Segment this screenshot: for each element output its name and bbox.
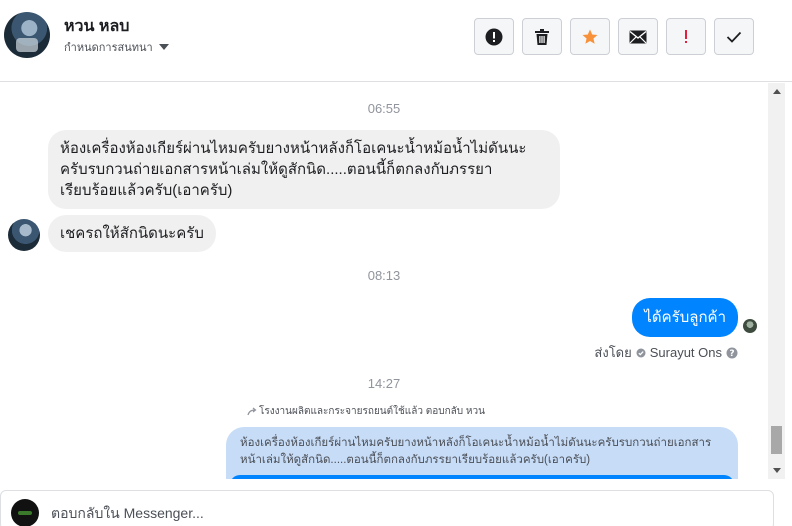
- alert-circle-icon: [485, 28, 503, 45]
- action-toolbar: [474, 18, 754, 55]
- verified-icon: [636, 348, 646, 357]
- caret-down-icon: [158, 44, 169, 50]
- reply-input[interactable]: [51, 505, 751, 521]
- report-button[interactable]: [474, 18, 514, 55]
- scrollbar[interactable]: [768, 83, 785, 479]
- timestamp: 08:13: [367, 268, 401, 283]
- delete-button[interactable]: [522, 18, 562, 55]
- timestamp: 06:55: [367, 101, 401, 116]
- arrow-down-icon: [772, 468, 781, 473]
- mark-done-button[interactable]: [714, 18, 754, 55]
- star-icon: [582, 29, 598, 44]
- exclamation-icon: [685, 29, 687, 43]
- scroll-up-button[interactable]: [768, 83, 785, 100]
- reply-context-label: โรงงานผลิตและกระจายรถยนต์ใช้แล้ว ตอบกลับ…: [259, 406, 485, 417]
- conversation-options-dropdown[interactable]: กำหนดการสนทนา: [64, 38, 169, 56]
- trash-icon: [535, 28, 549, 45]
- sent-by-info: ส่งโดย Surayut Ons ?: [594, 342, 738, 363]
- message-thread[interactable]: 06:55 ห้องเครื่องห้องเกียร์ผ่านไหมครับยา…: [0, 83, 768, 479]
- scrollbar-thumb[interactable]: [771, 426, 782, 454]
- page-avatar: [11, 499, 39, 526]
- reply-context: โรงงานผลิตและกระจายรถยนต์ใช้แล้ว ตอบกลับ…: [247, 404, 485, 419]
- spam-button[interactable]: [666, 18, 706, 55]
- timestamp: 14:27: [367, 376, 401, 391]
- checkmark-icon: [726, 31, 742, 43]
- quoted-message[interactable]: ห้องเครื่องห้องเกียร์ผ่านไหมครับยางหน้าห…: [226, 427, 738, 479]
- contact-avatar[interactable]: [4, 12, 50, 58]
- reply-composer: [0, 490, 774, 526]
- reply-message-bubble[interactable]: [230, 475, 734, 479]
- reply-arrow-icon: [247, 407, 257, 416]
- arrow-up-icon: [772, 89, 781, 94]
- quoted-message-text: ห้องเครื่องห้องเกียร์ผ่านไหมครับยางหน้าห…: [240, 437, 712, 466]
- svg-text:?: ?: [729, 349, 734, 359]
- envelope-icon: [629, 30, 647, 43]
- conversation-options-label: กำหนดการสนทนา: [64, 42, 153, 54]
- mark-unread-button[interactable]: [618, 18, 658, 55]
- conversation-header: หวน หลบ กำหนดการสนทนา: [0, 0, 792, 82]
- sender-name[interactable]: Surayut Ons: [650, 345, 722, 360]
- sent-by-label: ส่งโดย: [594, 345, 632, 360]
- contact-name[interactable]: หวน หลบ: [64, 14, 129, 39]
- seen-avatar: [743, 319, 757, 333]
- outgoing-message[interactable]: ได้ครับลูกค้า: [632, 298, 738, 337]
- incoming-message[interactable]: เชครถให้สักนิดนะครับ: [48, 215, 216, 252]
- scroll-down-button[interactable]: [768, 462, 785, 479]
- star-button[interactable]: [570, 18, 610, 55]
- sender-avatar[interactable]: [8, 219, 40, 251]
- help-icon[interactable]: ?: [726, 347, 738, 359]
- incoming-message[interactable]: ห้องเครื่องห้องเกียร์ผ่านไหมครับยางหน้าห…: [48, 130, 560, 209]
